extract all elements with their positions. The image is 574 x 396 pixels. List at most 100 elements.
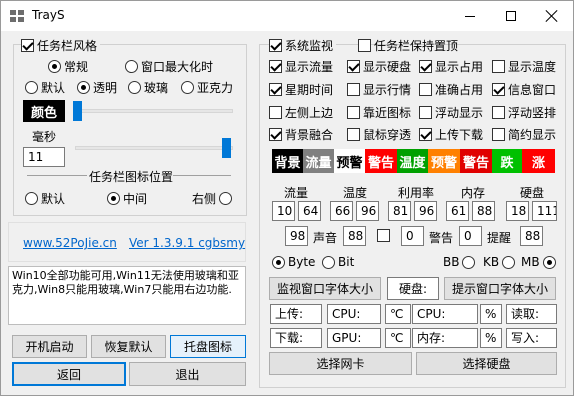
option-float-display[interactable]: 浮动显示 — [419, 104, 483, 121]
maximize-button[interactable] — [491, 1, 531, 31]
disk-low-input[interactable]: 18 — [506, 201, 529, 221]
version-link[interactable]: Ver 1.3.9.1 cgbsmy — [129, 236, 245, 250]
option-bg-blend[interactable]: 背景融合 — [269, 126, 333, 143]
unit-byte-radio[interactable]: Byte — [272, 255, 315, 269]
chip-warning-2[interactable]: 预警 — [428, 149, 460, 173]
option-near-icon[interactable]: 靠近图标 — [347, 104, 411, 121]
close-button[interactable] — [532, 1, 572, 31]
usage-low-input[interactable]: 81 — [388, 201, 411, 221]
style-transparent-radio[interactable]: 透明 — [77, 79, 117, 96]
option-info-window[interactable]: 信息窗口 — [492, 81, 556, 98]
option-accurate-usage[interactable]: 准确占用 — [419, 81, 483, 98]
sound-b-input[interactable]: 88 — [343, 226, 366, 246]
style-glass-radio[interactable]: 玻璃 — [128, 79, 168, 96]
chip-warning-1[interactable]: 预警 — [334, 149, 365, 173]
memory-field[interactable]: 内存: — [412, 328, 478, 348]
taskbar-style-checkbox[interactable]: 任务栏风格 — [21, 37, 101, 54]
chip-fall[interactable]: 跌 — [492, 149, 522, 173]
gpu-celsius-field[interactable]: ℃ — [385, 328, 411, 348]
option-upload-download[interactable]: 上传下载 — [419, 126, 483, 143]
header-usage: 利用率 — [398, 186, 435, 200]
read-field[interactable]: 读取: — [506, 304, 557, 324]
unit-mb-radio[interactable]: MB — [521, 255, 556, 269]
tray-icon-button[interactable]: 托盘图标 — [170, 335, 246, 358]
traffic-high-input[interactable]: 64 — [298, 201, 321, 221]
autostart-button[interactable]: 开机启动 — [12, 335, 87, 358]
option-weekday-time[interactable]: 星期时间 — [269, 81, 333, 98]
alpha-slider-thumb[interactable] — [73, 101, 82, 121]
unit-kb-radio[interactable]: KB — [483, 255, 516, 269]
temp-high-input[interactable]: 96 — [356, 201, 379, 221]
traffic-low-input[interactable]: 10 — [272, 201, 295, 221]
minimize-button[interactable] — [450, 1, 490, 31]
disk-select-button[interactable]: 硬盘: — [387, 277, 439, 300]
tip-font-size-button[interactable]: 提示窗口字体大小 — [444, 277, 556, 300]
radio-dot — [107, 192, 120, 205]
chip-background[interactable]: 背景 — [272, 149, 303, 173]
sound-input[interactable]: 98 — [285, 226, 308, 246]
ms-slider-track[interactable] — [75, 146, 233, 150]
option-simple-display[interactable]: 简约显示 — [492, 126, 556, 143]
style-default-radio[interactable]: 默认 — [25, 79, 65, 96]
memory-high-input[interactable]: 88 — [472, 201, 495, 221]
remind-b-input[interactable]: 88 — [520, 226, 543, 246]
pos-right-radio[interactable]: 右侧 — [192, 190, 233, 207]
site-link[interactable]: www.52PoJie.cn — [23, 236, 117, 250]
alarm-input[interactable]: 0 — [401, 226, 424, 246]
checkbox-box — [377, 229, 390, 242]
select-disk-button[interactable]: 选择硬盘 — [416, 352, 557, 375]
upload-field[interactable]: 上传: — [270, 304, 322, 324]
pos-center-radio[interactable]: 中间 — [107, 190, 147, 207]
temp-low-input[interactable]: 66 — [330, 201, 353, 221]
ms-slider-thumb[interactable] — [222, 138, 231, 158]
chip-rise[interactable]: 涨 — [522, 149, 555, 173]
color-button[interactable]: 颜色 — [23, 100, 65, 122]
checkbox-label: 任务栏风格 — [37, 39, 98, 53]
checkbox-label: 鼠标穿透 — [363, 128, 412, 142]
chip-alarm-2[interactable]: 警告 — [460, 149, 492, 173]
mode-normal-radio[interactable]: 常规 — [48, 58, 88, 75]
keep-top-checkbox[interactable]: 任务栏保持置顶 — [358, 37, 458, 54]
option-show-usage[interactable]: 显示占用 — [419, 58, 483, 75]
download-field[interactable]: 下载: — [270, 328, 322, 348]
option-show-quotes[interactable]: 显示行情 — [347, 81, 411, 98]
select-nic-button[interactable]: 选择网卡 — [269, 352, 412, 375]
option-mouse-through[interactable]: 鼠标穿透 — [347, 126, 411, 143]
option-show-traffic[interactable]: 显示流量 — [269, 58, 333, 75]
system-monitor-checkbox[interactable]: 系统监视 — [269, 37, 337, 54]
cpu-percent-field[interactable]: % — [480, 304, 502, 324]
chip-alarm-1[interactable]: 警告 — [365, 149, 397, 173]
option-show-temp[interactable]: 显示温度 — [492, 58, 556, 75]
exit-button[interactable]: 退出 — [129, 362, 246, 386]
option-float-vertical[interactable]: 浮动竖排 — [492, 104, 556, 121]
monitor-font-size-button[interactable]: 监视窗口字体大小 — [269, 277, 381, 300]
remind-input[interactable]: 0 — [459, 226, 482, 246]
ms-input[interactable]: 11 — [23, 147, 65, 167]
memory-low-input[interactable]: 61 — [446, 201, 469, 221]
checkbox-label: 显示硬盘 — [363, 60, 412, 74]
alpha-slider-track[interactable] — [75, 109, 233, 113]
cpu-field[interactable]: CPU: — [327, 304, 381, 324]
option-show-disk[interactable]: 显示硬盘 — [347, 58, 411, 75]
usage-high-input[interactable]: 96 — [414, 201, 437, 221]
alarm-checkbox[interactable] — [377, 229, 390, 242]
disk-high-input[interactable]: 111 — [532, 201, 557, 221]
cpu2-field[interactable]: CPU: — [412, 304, 478, 324]
cpu-celsius-field[interactable]: ℃ — [385, 304, 411, 324]
restore-default-button[interactable]: 恢复默认 — [91, 335, 166, 358]
unit-bit-radio[interactable]: Bit — [322, 255, 354, 269]
chip-traffic[interactable]: 流量 — [303, 149, 334, 173]
style-acrylic-radio[interactable]: 亚克力 — [181, 79, 233, 96]
chip-temperature[interactable]: 温度 — [397, 149, 428, 173]
write-field[interactable]: 写入: — [506, 328, 557, 348]
mode-max-radio[interactable]: 窗口最大化时 — [125, 58, 213, 75]
description-text: Win10全部功能可用,Win11无法使用玻璃和亚克力,Win8只能用玻璃,Wi… — [8, 266, 246, 325]
header-temp: 温度 — [343, 186, 368, 200]
gpu-field[interactable]: GPU: — [327, 328, 381, 348]
back-button[interactable]: 返回 — [12, 362, 126, 386]
memory-percent-field[interactable]: % — [480, 328, 502, 348]
checkbox-box — [347, 106, 360, 119]
option-left-top[interactable]: 左侧上边 — [269, 104, 333, 121]
unit-bb-radio[interactable]: BB — [443, 255, 476, 269]
pos-default-radio[interactable]: 默认 — [25, 190, 65, 207]
